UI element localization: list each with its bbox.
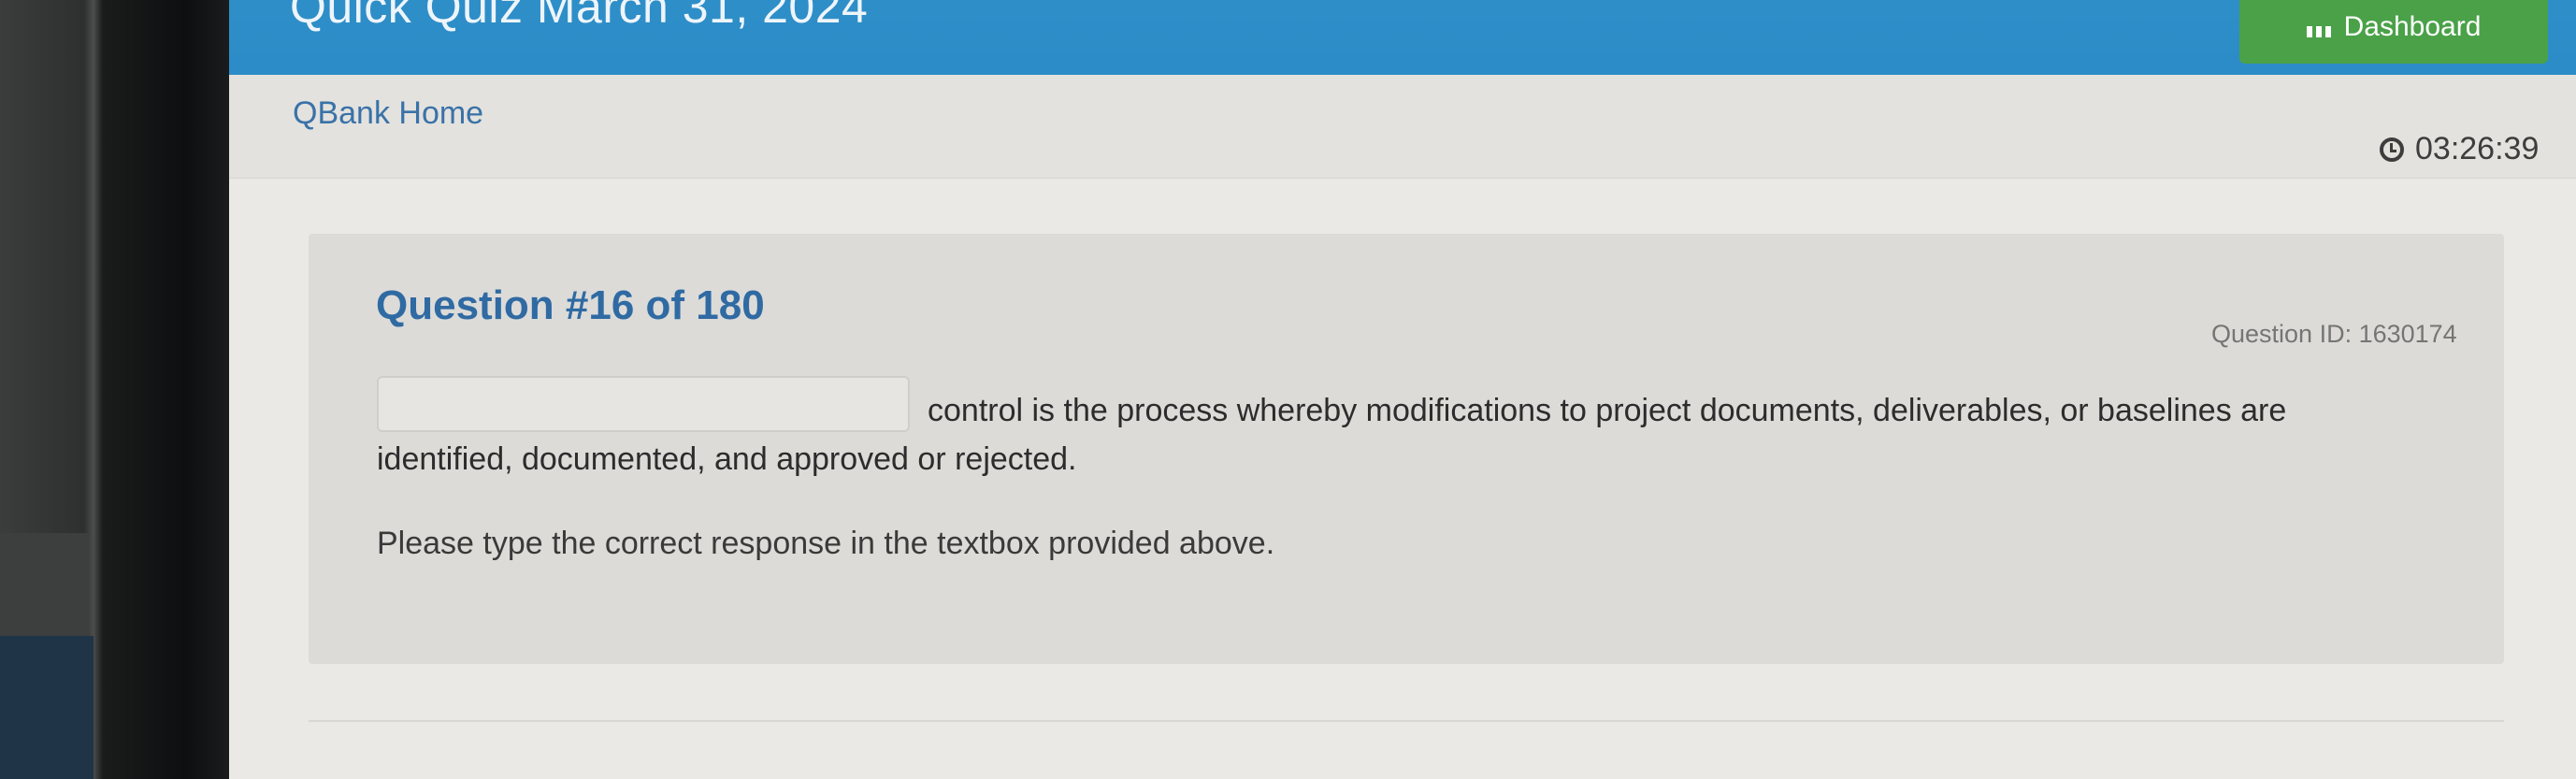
clock-icon (2380, 137, 2404, 162)
quiz-timer: 03:26:39 (2380, 131, 2539, 167)
quiz-screen: Quick Quiz March 31, 2024 Dashboard QBan… (229, 0, 2576, 779)
bar-chart-icon (2306, 26, 2331, 37)
timer-value: 03:26:39 (2415, 131, 2540, 166)
sub-navigation-bar (229, 75, 2576, 179)
answer-input[interactable] (377, 376, 910, 432)
divider (309, 720, 2504, 722)
dashboard-label: Dashboard (2343, 11, 2482, 42)
question-heading: Question #16 of 180 (376, 282, 765, 328)
question-id: Question ID: 1630174 (2211, 320, 2457, 348)
qbank-home-link[interactable]: QBank Home (293, 95, 483, 132)
dashboard-button[interactable]: Dashboard (2239, 0, 2548, 64)
bezel-reflection (0, 636, 94, 779)
bezel-strip (0, 533, 89, 636)
answer-instruction: Please type the correct response in the … (377, 526, 1275, 561)
quiz-title: Quick Quiz March 31, 2024 (290, 0, 869, 33)
question-text-line-1: control is the process whereby modificat… (928, 393, 2287, 428)
question-card: Question #16 of 180 Question ID: 1630174… (309, 234, 2504, 664)
question-text-line-2: identified, documented, and approved or … (377, 441, 1077, 477)
